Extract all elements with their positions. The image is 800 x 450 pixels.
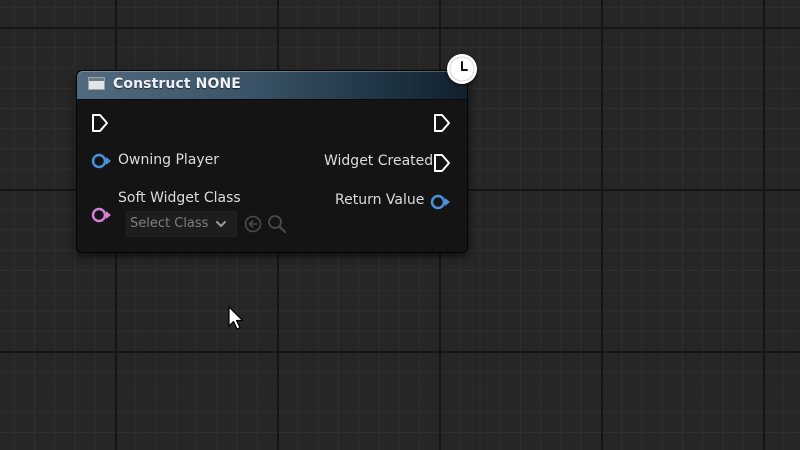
- node-header[interactable]: Construct NONE: [77, 71, 467, 100]
- return-value-pin[interactable]: [429, 193, 451, 211]
- exec-in-pin[interactable]: [90, 113, 110, 133]
- select-class-dropdown[interactable]: Select Class: [126, 211, 237, 237]
- browse-search-icon[interactable]: [267, 214, 287, 234]
- return-value-label: Return Value: [335, 192, 425, 208]
- widget-created-pin[interactable]: [432, 153, 452, 173]
- soft-widget-class-pin[interactable]: [90, 206, 112, 224]
- clock-icon: [447, 54, 477, 84]
- node-title: Construct NONE: [113, 76, 241, 92]
- soft-widget-class-label: Soft Widget Class: [118, 190, 241, 206]
- use-selected-icon[interactable]: [244, 215, 262, 233]
- owning-player-label: Owning Player: [118, 152, 220, 168]
- mouse-cursor-icon: [228, 306, 244, 330]
- exec-out-pin[interactable]: [432, 113, 452, 133]
- widget-window-icon: [88, 77, 105, 90]
- chevron-down-icon: [216, 221, 226, 227]
- owning-player-pin[interactable]: [90, 152, 112, 170]
- select-class-label: Select Class: [130, 216, 209, 231]
- widget-created-label: Widget Created: [324, 153, 434, 169]
